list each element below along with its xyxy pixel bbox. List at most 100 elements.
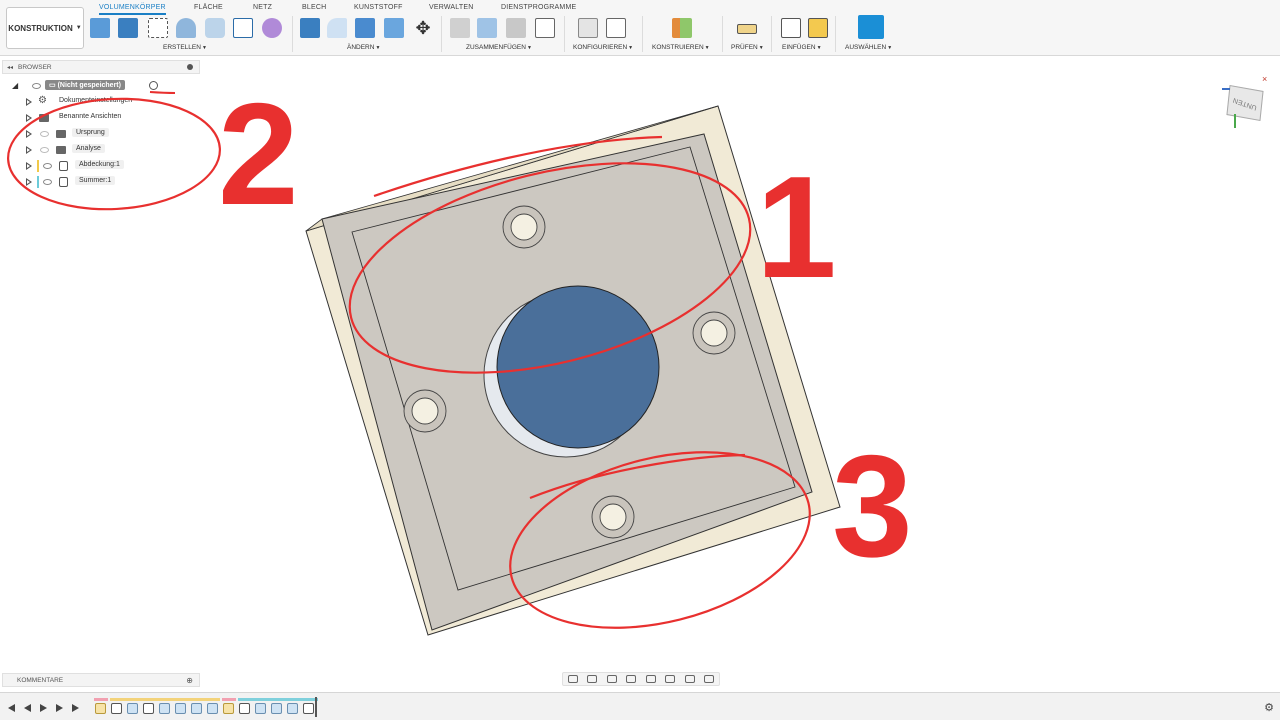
timeline-step[interactable] xyxy=(287,703,298,714)
group-konfigurieren[interactable]: KONFIGURIEREN▼ xyxy=(573,44,633,51)
annotation-number-3: 3 xyxy=(832,425,913,587)
toolbar-divider xyxy=(441,16,442,52)
tab-volumenkoerper[interactable]: VOLUMENKÖRPER xyxy=(99,3,166,15)
orbit-icon[interactable] xyxy=(567,675,578,683)
go-to-start-icon[interactable] xyxy=(8,704,15,712)
toolbar-divider xyxy=(642,16,643,52)
comments-title: KOMMENTARE xyxy=(17,676,64,684)
viewports-icon[interactable] xyxy=(704,675,715,683)
timeline-group-bar xyxy=(110,698,220,701)
comments-panel[interactable]: KOMMENTARE ⊕ xyxy=(2,673,200,687)
timeline-step[interactable] xyxy=(223,703,234,714)
timeline-step[interactable] xyxy=(175,703,186,714)
configure-table-icon[interactable] xyxy=(606,18,626,38)
insert-image-icon[interactable] xyxy=(808,18,828,38)
group-einfuegen[interactable]: EINFÜGEN▼ xyxy=(782,44,822,51)
tab-flaeche[interactable]: FLÄCHE xyxy=(194,3,223,15)
zoom-window-icon[interactable] xyxy=(626,675,637,683)
tab-dienstprogramme[interactable]: DIENSTPROGRAMME xyxy=(501,3,576,15)
timeline-step[interactable] xyxy=(143,703,154,714)
navigation-bar xyxy=(562,672,720,686)
screw-hole[interactable] xyxy=(692,311,736,355)
plus-icon[interactable]: ⊕ xyxy=(186,676,193,685)
workspace-label: KONSTRUKTION xyxy=(8,23,73,33)
insert-derive-icon[interactable] xyxy=(781,18,801,38)
look-at-icon[interactable] xyxy=(587,675,598,683)
screw-hole[interactable] xyxy=(403,389,447,433)
timeline: ⚙ xyxy=(0,692,1280,720)
timeline-marker[interactable] xyxy=(315,697,317,717)
group-zusammenfuegen[interactable]: ZUSAMMENFÜGEN▼ xyxy=(466,44,532,51)
annotation-stroke xyxy=(149,91,176,94)
step-back-icon[interactable] xyxy=(24,704,31,712)
timeline-step[interactable] xyxy=(239,703,250,714)
tab-kunststoff[interactable]: KUNSTSTOFF xyxy=(354,3,403,15)
select-icon[interactable] xyxy=(858,15,884,39)
plane-icon[interactable] xyxy=(672,18,692,38)
pan-icon[interactable] xyxy=(606,675,617,683)
buzzer-disc[interactable] xyxy=(496,285,660,449)
timeline-step[interactable] xyxy=(95,703,106,714)
annotation-number-2: 2 xyxy=(218,73,299,235)
group-pruefen[interactable]: PRÜFEN▼ xyxy=(731,44,764,51)
toolbar-divider xyxy=(292,16,293,52)
tab-netz[interactable]: NETZ xyxy=(253,3,272,15)
group-auswaehlen[interactable]: AUSWÄHLEN▼ xyxy=(845,44,892,51)
screw-hole[interactable] xyxy=(591,495,635,539)
timeline-step[interactable] xyxy=(255,703,266,714)
group-aendern[interactable]: ÄNDERN▼ xyxy=(347,44,380,51)
annotation-ellipse-2 xyxy=(7,97,221,211)
grid-settings-icon[interactable] xyxy=(684,675,695,683)
axis-x-icon: × xyxy=(1262,74,1268,84)
timeline-step[interactable] xyxy=(159,703,170,714)
gear-icon[interactable]: ⚙ xyxy=(1264,701,1274,714)
axis-z-icon xyxy=(1222,88,1230,90)
rigid-group-icon[interactable] xyxy=(535,18,555,38)
tab-verwalten[interactable]: VERWALTEN xyxy=(429,3,473,15)
joint-origin-icon[interactable] xyxy=(506,18,526,38)
chevron-down-icon: ▼ xyxy=(75,25,82,31)
toolbar-divider xyxy=(835,16,836,52)
timeline-step[interactable] xyxy=(191,703,202,714)
form-icon[interactable] xyxy=(262,18,282,38)
viewcube-face[interactable]: UNTEN xyxy=(1226,85,1264,121)
sketch-icon[interactable] xyxy=(148,18,168,38)
annotation-number-1: 1 xyxy=(756,146,837,308)
timeline-step[interactable] xyxy=(111,703,122,714)
measure-icon[interactable] xyxy=(737,24,757,34)
tab-blech[interactable]: BLECH xyxy=(302,3,326,15)
group-konstruieren[interactable]: KONSTRUIEREN▼ xyxy=(652,44,710,51)
as-built-joint-icon[interactable] xyxy=(477,18,497,38)
zoom-icon[interactable] xyxy=(645,675,656,683)
timeline-step[interactable] xyxy=(271,703,282,714)
go-to-end-icon[interactable] xyxy=(72,704,79,712)
revolve-icon[interactable] xyxy=(176,18,196,38)
timeline-group-bar xyxy=(238,698,318,701)
press-pull-icon[interactable] xyxy=(300,18,320,38)
step-forward-icon[interactable] xyxy=(56,704,63,712)
display-settings-icon[interactable] xyxy=(665,675,676,683)
toolbar-divider xyxy=(771,16,772,52)
toolbar: KONSTRUKTION ▼ VOLUMENKÖRPER FLÄCHE NETZ… xyxy=(0,0,1280,56)
canvas-viewport[interactable] xyxy=(0,56,1280,692)
timeline-step[interactable] xyxy=(127,703,138,714)
workspace-dropdown[interactable]: KONSTRUKTION ▼ xyxy=(6,7,84,49)
fusion-window: KONSTRUKTION ▼ VOLUMENKÖRPER FLÄCHE NETZ… xyxy=(0,0,1280,720)
extrude-icon[interactable] xyxy=(118,18,138,38)
pattern-icon[interactable] xyxy=(233,18,253,38)
new-component-icon[interactable] xyxy=(90,18,110,38)
fillet-icon[interactable] xyxy=(327,18,347,38)
screw-hole[interactable] xyxy=(502,205,546,249)
parameters-icon[interactable] xyxy=(578,18,598,38)
combine-icon[interactable] xyxy=(384,18,404,38)
shell-icon[interactable] xyxy=(355,18,375,38)
move-icon[interactable]: ✥ xyxy=(413,18,433,38)
hole-icon[interactable] xyxy=(205,18,225,38)
group-erstellen[interactable]: ERSTELLEN▼ xyxy=(163,44,207,51)
play-icon[interactable] xyxy=(40,704,47,712)
toolbar-divider xyxy=(564,16,565,52)
joint-icon[interactable] xyxy=(450,18,470,38)
timeline-step[interactable] xyxy=(207,703,218,714)
timeline-step[interactable] xyxy=(303,703,314,714)
viewcube[interactable]: UNTEN × xyxy=(1222,74,1268,132)
